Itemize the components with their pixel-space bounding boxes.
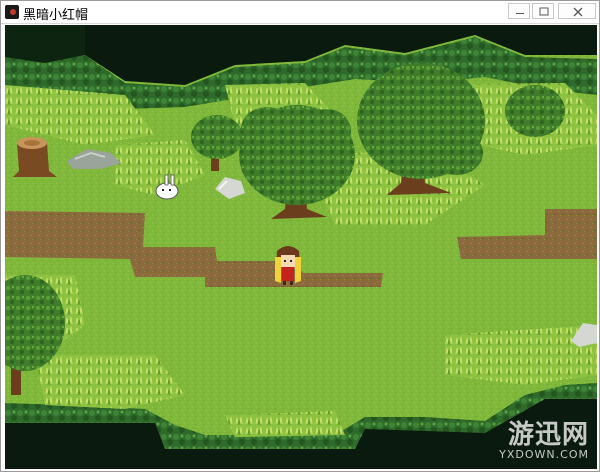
close-icon	[573, 7, 583, 17]
app-icon[interactable]	[5, 5, 19, 19]
minimize-button[interactable]	[508, 3, 530, 19]
player-girl	[275, 246, 301, 285]
watermark-main: 游迅网	[507, 420, 589, 450]
game-window: 黑暗小红帽 游迅网 YXDOWN.COM	[0, 0, 600, 472]
close-button[interactable]	[558, 3, 596, 19]
game-viewport[interactable]: 游迅网 YXDOWN.COM	[5, 25, 597, 469]
watermark: 游迅网 YXDOWN.COM	[499, 422, 589, 461]
maximize-button[interactable]	[532, 3, 554, 19]
window-title: 黑暗小红帽	[23, 8, 89, 23]
game-scene	[5, 25, 597, 469]
maximize-icon	[539, 7, 549, 16]
watermark-sub: YXDOWN.COM	[499, 448, 589, 461]
title-bar[interactable]: 黑暗小红帽	[1, 1, 599, 24]
minimize-icon	[516, 13, 524, 14]
bush-right	[505, 85, 565, 137]
